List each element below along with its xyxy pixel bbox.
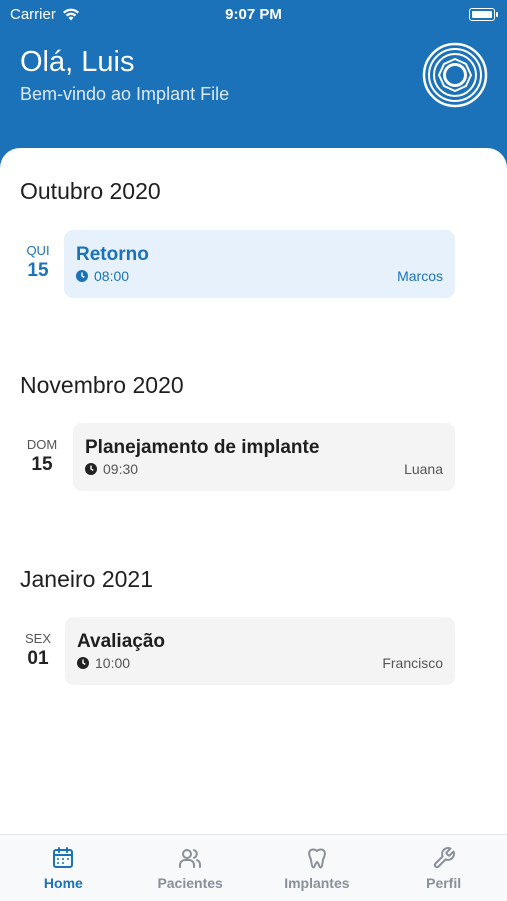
tab-bar: Home Pacientes Implantes Perfil (0, 834, 507, 901)
appointment-title: Retorno (76, 244, 149, 265)
clock-icon (77, 657, 89, 669)
tab-patients[interactable]: Pacientes (127, 835, 254, 901)
appointment-time-value: 08:00 (94, 268, 130, 284)
welcome-subtitle: Bem-vindo ao Implant File (20, 84, 230, 104)
logo-icon[interactable] (422, 42, 488, 108)
users-icon (179, 849, 202, 868)
tab-label: Pacientes (157, 875, 223, 891)
month-heading: Novembro 2020 (20, 372, 184, 398)
appointment-time: 10:00 (77, 655, 130, 671)
event-weekday: QUI (26, 243, 50, 258)
tab-home[interactable]: Home (0, 835, 127, 901)
status-bar: Carrier 9:07 PM (0, 0, 507, 30)
appointment-patient: Marcos (397, 268, 443, 284)
greeting: Olá, Luis (20, 46, 135, 78)
tab-label: Home (43, 875, 83, 891)
wrench-icon (433, 847, 455, 869)
appointment-card[interactable]: Retorno 08:00 Marcos (64, 230, 455, 298)
appointment-card[interactable]: Planejamento de implante 09:30 Luana (73, 423, 455, 491)
event-weekday: SEX (24, 631, 51, 646)
clock-icon (85, 463, 97, 475)
tab-label: Implantes (284, 875, 350, 891)
tooth-icon (307, 848, 326, 869)
event-day: 15 (31, 454, 53, 475)
appointment-time-value: 09:30 (103, 461, 139, 477)
appointment-time: 09:30 (85, 461, 138, 477)
event-date: SEX 01 (18, 631, 58, 670)
event-date: DOM 15 (22, 437, 62, 476)
schedule-list: Outubro 2020 QUI 15 Retorno 08:00 Marcos… (0, 148, 507, 834)
appointment-patient: Luana (404, 461, 443, 477)
appointment-patient: Francisco (382, 655, 443, 671)
clock: 9:07 PM (225, 6, 282, 23)
calendar-icon (53, 847, 74, 868)
appointment-time: 08:00 (76, 268, 129, 284)
appointment-time-value: 10:00 (95, 655, 131, 671)
event-day: 15 (27, 260, 49, 281)
battery-icon (469, 8, 498, 21)
month-heading: Janeiro 2021 (20, 566, 153, 592)
clock-icon (76, 270, 88, 282)
tab-profile[interactable]: Perfil (380, 835, 507, 901)
event-day: 01 (27, 648, 49, 669)
appointment-card[interactable]: Avaliação 10:00 Francisco (65, 617, 455, 685)
appointment-title: Avaliação (77, 631, 166, 652)
tab-implants[interactable]: Implantes (254, 835, 381, 901)
month-heading: Outubro 2020 (20, 178, 161, 204)
event-weekday: DOM (26, 437, 58, 452)
appointment-title: Planejamento de implante (85, 437, 320, 458)
tab-label: Perfil (426, 875, 462, 891)
event-date: QUI 15 (18, 243, 58, 282)
